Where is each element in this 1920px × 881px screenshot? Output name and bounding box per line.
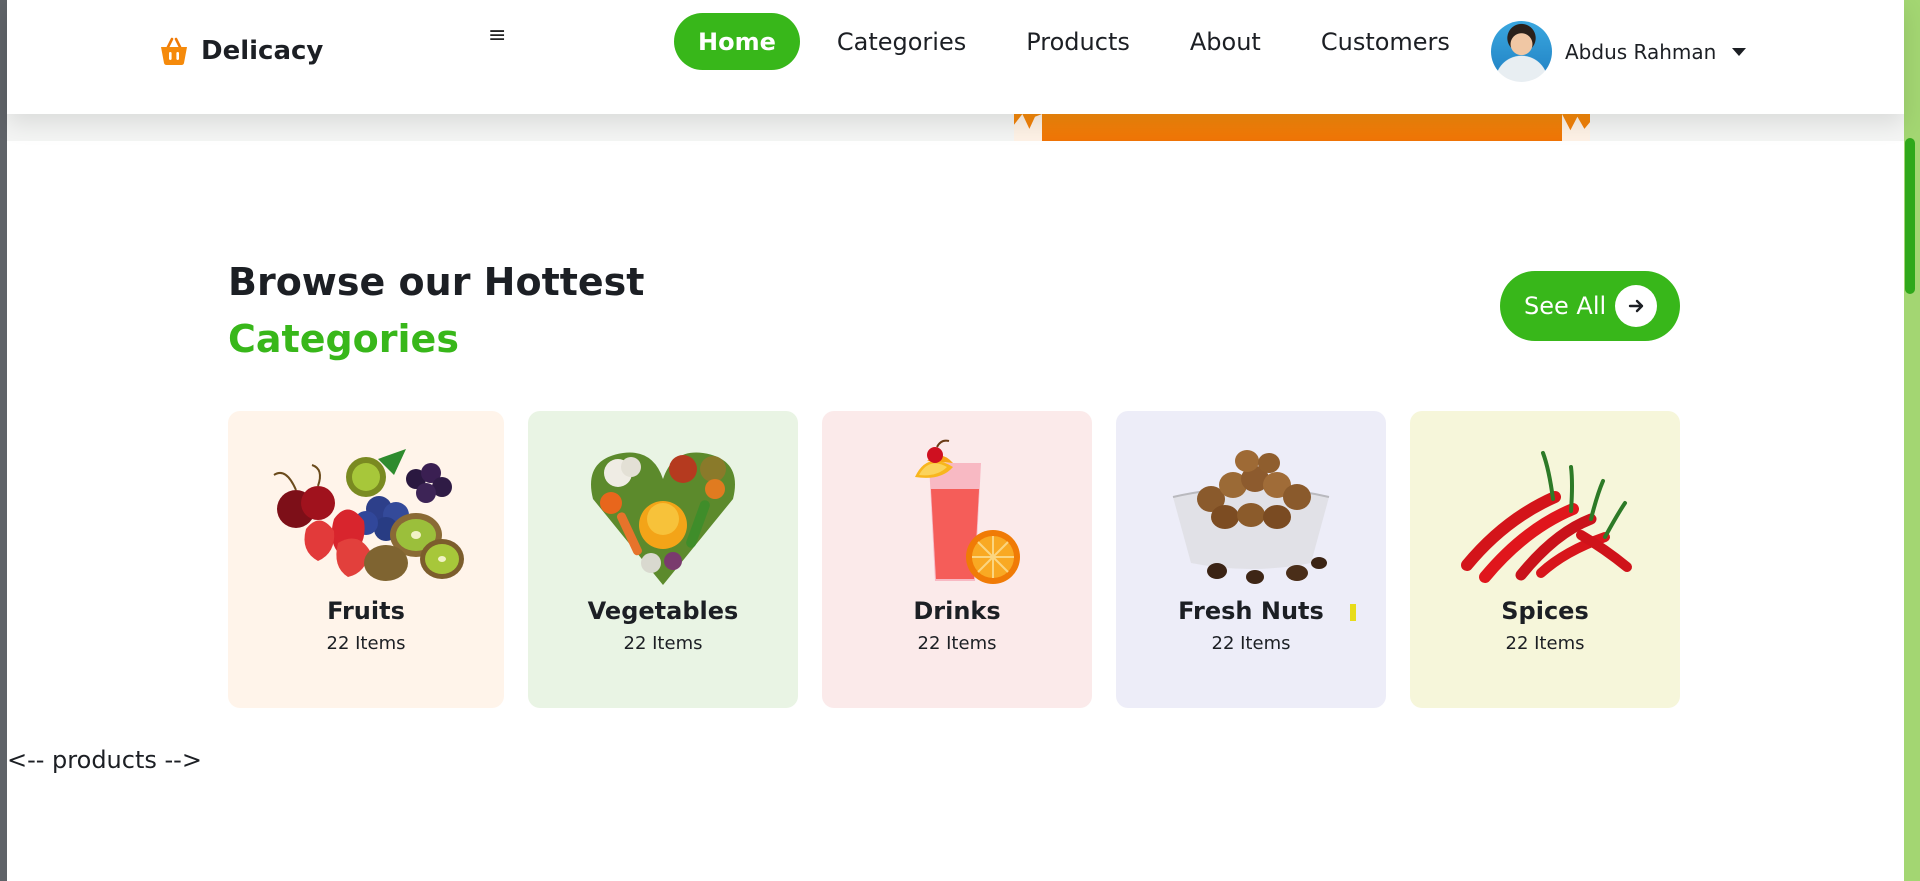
category-name: Drinks xyxy=(913,597,1001,625)
hero-banner-orange xyxy=(1014,114,1590,141)
nav-categories[interactable]: Categories xyxy=(814,13,989,70)
category-count: 22 Items xyxy=(623,633,703,654)
see-all-button[interactable]: See All xyxy=(1500,271,1680,341)
category-count: 22 Items xyxy=(326,633,406,654)
user-name: Abdus Rahman xyxy=(1565,39,1717,64)
category-card-vegetables[interactable]: Vegetables 22 Items xyxy=(528,411,798,708)
window-left-edge xyxy=(0,0,7,881)
user-menu[interactable]: Abdus Rahman xyxy=(1491,21,1747,82)
category-name: Fresh Nuts xyxy=(1178,597,1324,625)
nav-products[interactable]: Products xyxy=(1003,13,1153,70)
category-count: 22 Items xyxy=(917,633,997,654)
nav-about[interactable]: About xyxy=(1167,13,1284,70)
category-card-fruits[interactable]: Fruits 22 Items xyxy=(228,411,504,708)
category-card-drinks[interactable]: Drinks 22 Items xyxy=(822,411,1092,708)
nav-home[interactable]: Home xyxy=(674,13,800,70)
nuts-image xyxy=(1151,439,1351,587)
category-name: Vegetables xyxy=(587,597,739,625)
category-card-fresh-nuts[interactable]: Fresh Nuts 22 Items xyxy=(1116,411,1386,708)
arrow-right-icon xyxy=(1615,285,1657,327)
vegetables-image xyxy=(563,439,763,587)
category-name: Spices xyxy=(1501,597,1589,625)
heading-line-1: Browse our Hottest xyxy=(228,260,645,304)
chevron-down-icon[interactable] xyxy=(1732,47,1747,56)
scrollbar-thumb[interactable] xyxy=(1905,138,1915,294)
categories-heading: Browse our Hottest Categories xyxy=(228,254,644,368)
category-count: 22 Items xyxy=(1505,633,1585,654)
see-all-label: See All xyxy=(1524,292,1607,320)
products-comment-text: <-- products --> xyxy=(7,746,202,774)
spices-image xyxy=(1445,439,1645,587)
menu-toggle-icon[interactable]: ≡ xyxy=(488,23,506,48)
page-scrollbar[interactable] xyxy=(1904,0,1920,881)
text-cursor-marker xyxy=(1350,604,1356,621)
brand-logo[interactable]: Delicacy xyxy=(159,36,323,66)
category-card-spices[interactable]: Spices 22 Items xyxy=(1410,411,1680,708)
main-nav: Home Categories Products About Customers xyxy=(674,13,1487,70)
basket-icon xyxy=(159,36,189,66)
category-name: Fruits xyxy=(327,597,405,625)
category-count: 22 Items xyxy=(1211,633,1291,654)
hero-section-remnant xyxy=(7,114,1904,141)
site-header: Delicacy ≡ Home Categories Products Abou… xyxy=(7,0,1904,114)
fruits-image xyxy=(266,439,466,587)
brand-name: Delicacy xyxy=(201,36,324,66)
nav-customers[interactable]: Customers xyxy=(1298,13,1473,70)
drinks-image xyxy=(857,439,1057,587)
avatar[interactable] xyxy=(1491,21,1552,82)
heading-line-2: Categories xyxy=(228,317,459,361)
